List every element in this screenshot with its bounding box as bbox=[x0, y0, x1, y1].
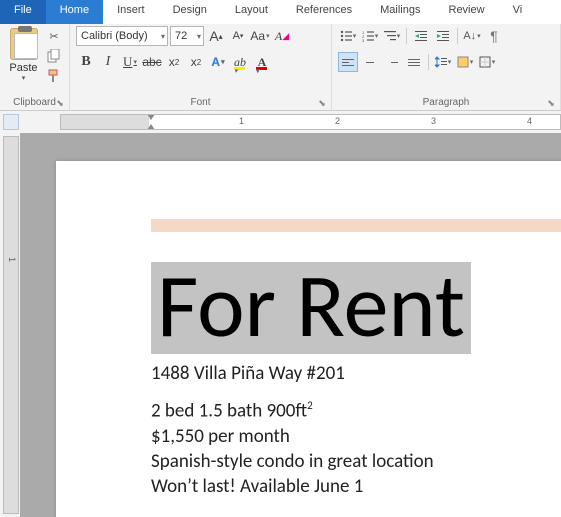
doc-line-desc[interactable]: Spanish-style condo in great location bbox=[151, 450, 561, 473]
strikethrough-button[interactable]: abc bbox=[142, 52, 162, 72]
group-paragraph: 123 A↓ ¶ Paragraph⬊ bbox=[332, 24, 561, 110]
multilevel-list-button[interactable] bbox=[382, 26, 402, 46]
doc-line-price[interactable]: $1,550 per month bbox=[151, 425, 561, 448]
tab-view[interactable]: Vi bbox=[499, 0, 537, 24]
clipboard-icon bbox=[10, 28, 38, 60]
line-spacing-button[interactable] bbox=[433, 52, 453, 72]
ribbon-tabs: File Home Insert Design Layout Reference… bbox=[0, 0, 561, 24]
page[interactable]: For Rent 1488 Villa Piña Way #201 2 bed … bbox=[56, 161, 561, 517]
align-right-button[interactable] bbox=[382, 52, 402, 72]
tab-layout[interactable]: Layout bbox=[221, 0, 282, 24]
group-clipboard: Paste ▾ ✂ Clipboard⬊ bbox=[0, 24, 70, 110]
decrease-indent-button[interactable] bbox=[411, 26, 431, 46]
editing-area: 1 For Rent 1488 Villa Piña Way #201 2 be… bbox=[0, 133, 561, 517]
font-dialog-icon[interactable]: ⬊ bbox=[317, 98, 327, 108]
group-paragraph-label: Paragraph⬊ bbox=[338, 95, 554, 110]
tab-home[interactable]: Home bbox=[46, 0, 103, 24]
highlight-button[interactable]: ab bbox=[230, 52, 250, 72]
text-effects-button[interactable]: A bbox=[208, 52, 228, 72]
tab-mailings[interactable]: Mailings bbox=[366, 0, 434, 24]
align-justify-button[interactable] bbox=[404, 52, 424, 72]
svg-text:3: 3 bbox=[362, 38, 365, 42]
paste-dropdown-icon[interactable]: ▾ bbox=[22, 74, 26, 82]
align-center-button[interactable] bbox=[360, 52, 380, 72]
increase-indent-button[interactable] bbox=[433, 26, 453, 46]
doc-heading[interactable]: For Rent bbox=[151, 262, 471, 354]
bold-button[interactable]: B bbox=[76, 52, 96, 72]
format-painter-icon[interactable] bbox=[45, 68, 63, 84]
tab-review[interactable]: Review bbox=[435, 0, 499, 24]
copy-icon[interactable] bbox=[45, 48, 63, 64]
ruler-tick: 1 bbox=[239, 116, 244, 126]
ruler-tick: 2 bbox=[335, 116, 340, 126]
change-case-button[interactable]: Aa bbox=[250, 26, 270, 46]
decorative-bar bbox=[151, 219, 561, 232]
ruler-tick: 3 bbox=[431, 116, 436, 126]
font-size-combo[interactable]: 72▾ bbox=[170, 26, 204, 46]
tab-insert[interactable]: Insert bbox=[103, 0, 159, 24]
clear-formatting-button[interactable]: A◢ bbox=[272, 26, 292, 46]
paste-label: Paste bbox=[9, 62, 37, 74]
document-canvas[interactable]: For Rent 1488 Villa Piña Way #201 2 bed … bbox=[20, 133, 561, 517]
tab-references[interactable]: References bbox=[282, 0, 366, 24]
superscript-button[interactable]: x2 bbox=[186, 52, 206, 72]
bullets-button[interactable] bbox=[338, 26, 358, 46]
italic-button[interactable]: I bbox=[98, 52, 118, 72]
ruler-tick: 4 bbox=[527, 116, 532, 126]
numbering-button[interactable]: 123 bbox=[360, 26, 380, 46]
sort-button[interactable]: A↓ bbox=[462, 26, 482, 46]
paragraph-dialog-icon[interactable]: ⬊ bbox=[546, 98, 556, 108]
horizontal-ruler[interactable]: 1 2 3 4 bbox=[60, 114, 561, 130]
shrink-font-button[interactable]: A▾ bbox=[228, 26, 248, 46]
ribbon: Paste ▾ ✂ Clipboard⬊ Calibri (Body)▾ 72▾… bbox=[0, 24, 561, 111]
clipboard-dialog-icon[interactable]: ⬊ bbox=[55, 98, 65, 108]
grow-font-button[interactable]: A▴ bbox=[206, 26, 226, 46]
ruler-bar: 1 2 3 4 bbox=[0, 111, 561, 133]
tab-file[interactable]: File bbox=[0, 0, 46, 24]
show-marks-button[interactable]: ¶ bbox=[484, 26, 504, 46]
doc-line-avail[interactable]: Won’t last! Available June 1 bbox=[151, 475, 561, 498]
hanging-indent-marker[interactable] bbox=[147, 124, 155, 130]
group-font-label: Font⬊ bbox=[76, 95, 325, 110]
subscript-button[interactable]: x2 bbox=[164, 52, 184, 72]
vertical-ruler[interactable]: 1 bbox=[0, 133, 20, 517]
align-left-button[interactable] bbox=[338, 52, 358, 72]
tab-design[interactable]: Design bbox=[159, 0, 221, 24]
doc-line-beds[interactable]: 2 bed 1.5 bath 900ft2 bbox=[151, 399, 561, 422]
borders-button[interactable] bbox=[477, 52, 497, 72]
group-clipboard-label: Clipboard⬊ bbox=[6, 95, 63, 110]
underline-button[interactable]: U bbox=[120, 52, 140, 72]
shading-button[interactable] bbox=[455, 52, 475, 72]
cut-icon[interactable]: ✂ bbox=[45, 28, 63, 44]
paste-button[interactable]: Paste ▾ bbox=[6, 26, 41, 88]
doc-address[interactable]: 1488 Villa Piña Way #201 bbox=[151, 362, 561, 385]
first-line-indent-marker[interactable] bbox=[147, 114, 155, 120]
ruler-tick: 1 bbox=[7, 257, 17, 262]
group-font: Calibri (Body)▾ 72▾ A▴ A▾ Aa A◢ B I U ab… bbox=[70, 24, 332, 110]
tab-selector[interactable] bbox=[3, 114, 19, 130]
font-color-button[interactable]: A bbox=[252, 52, 272, 72]
font-name-combo[interactable]: Calibri (Body)▾ bbox=[76, 26, 168, 46]
